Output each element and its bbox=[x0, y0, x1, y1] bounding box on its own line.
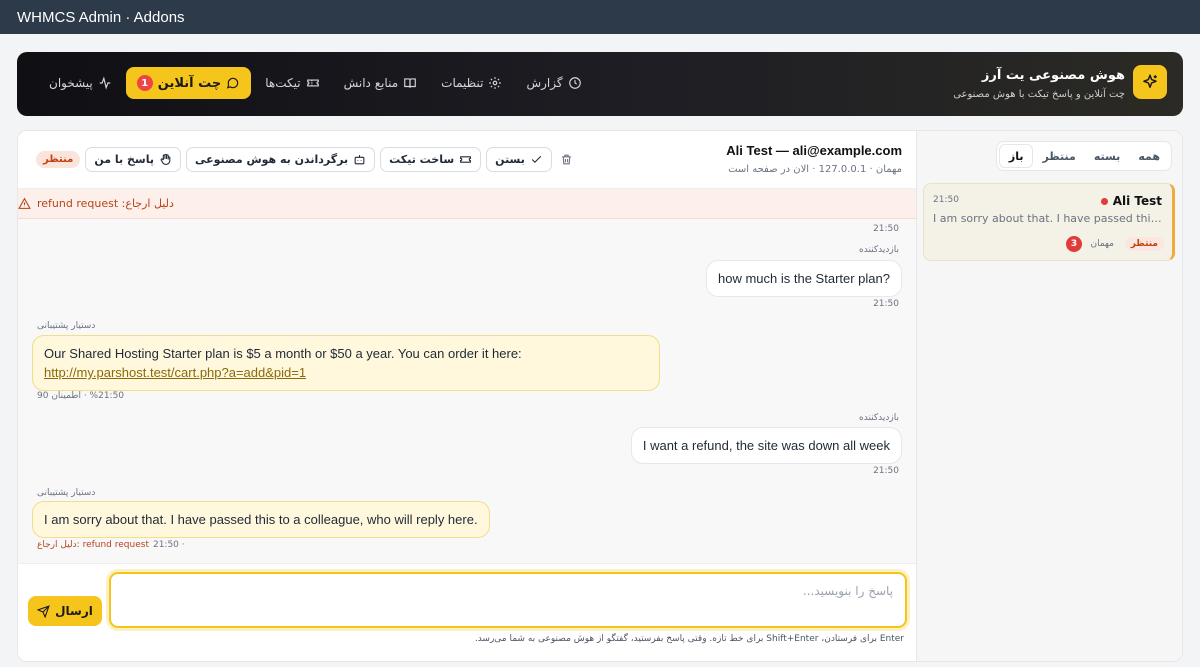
clock-icon bbox=[568, 76, 582, 90]
page-canvas: هوش مصنوعی یت آرز چت آنلاین و پاسخ تیکت … bbox=[0, 34, 1200, 667]
hand-icon bbox=[159, 153, 172, 166]
warning-icon bbox=[18, 197, 31, 210]
button-label: برگرداندن به هوش مصنوعی bbox=[194, 152, 349, 166]
filter-closed[interactable]: بسته bbox=[1085, 144, 1130, 168]
nav-item-live-chat[interactable]: چت آنلاین 1 bbox=[125, 67, 252, 99]
status-filter-tabs: باز منتظر بسته همه bbox=[995, 141, 1172, 171]
ticket-icon bbox=[306, 76, 320, 90]
message-time: 21:50 · bbox=[152, 540, 185, 550]
window-title: WHMCS Admin · Addons bbox=[17, 8, 185, 26]
message-time: 21:50 bbox=[873, 466, 899, 476]
filter-all[interactable]: همه bbox=[1129, 144, 1169, 168]
nav-item-knowledge[interactable]: منابع دانش bbox=[334, 67, 428, 99]
message-list: 21:50 بازدیدکننده how much is the Starte… bbox=[18, 219, 916, 597]
main-nav: پیشخوان چت آنلاین 1 تیکت‌ها منابع دانش ت… bbox=[39, 67, 592, 99]
status-badge: منتظر bbox=[36, 150, 81, 168]
nav-item-label: گزارش bbox=[526, 76, 563, 90]
handoff-reason: دلیل ارجاع: refund request bbox=[37, 540, 149, 550]
visitor-name: Ali Test — ali@example.com bbox=[726, 143, 902, 158]
chat-header: Ali Test — ali@example.com مهمان · 127.0… bbox=[18, 131, 916, 189]
chat-area: Ali Test — ali@example.com مهمان · 127.0… bbox=[18, 131, 916, 661]
sparkle-icon bbox=[1133, 65, 1167, 99]
message-text: Our Shared Hosting Starter plan is $5 a … bbox=[44, 346, 522, 361]
message-time: 21:50 bbox=[873, 299, 899, 309]
sender-label: دستیار پشتیبانی bbox=[37, 321, 96, 331]
send-button[interactable]: ارسال bbox=[28, 596, 102, 626]
composer-hint: Enter برای فرستادن، Shift+Enter برای خط … bbox=[474, 634, 904, 644]
app-header: هوش مصنوعی یت آرز چت آنلاین و پاسخ تیکت … bbox=[17, 52, 1183, 116]
trash-icon bbox=[560, 153, 573, 166]
visitor-message: how much is the Starter plan? bbox=[706, 260, 902, 297]
visitor-message: I want a refund, the site was down all w… bbox=[630, 427, 902, 464]
nav-item-reports[interactable]: گزارش bbox=[516, 67, 591, 99]
nav-item-label: تنظیمات bbox=[441, 76, 484, 90]
chat-bubble-icon bbox=[226, 76, 240, 90]
conversation-time: 21:50 bbox=[933, 195, 959, 205]
alert-text: دلیل ارجاع: refund request bbox=[37, 197, 174, 210]
conversation-preview: I am sorry about that. I have passed thi… bbox=[933, 212, 1165, 225]
reply-placeholder: پاسخ را بنویسید... bbox=[802, 584, 893, 598]
bot-icon bbox=[353, 153, 366, 166]
reply-input[interactable]: پاسخ را بنویسید... bbox=[109, 572, 907, 628]
main-panel: باز منتظر بسته همه Ali Test 21:50 I am s… bbox=[17, 130, 1183, 662]
ticket-icon bbox=[459, 153, 472, 166]
sender-label: دستیار پشتیبانی bbox=[37, 488, 96, 498]
online-dot-icon bbox=[1100, 197, 1108, 205]
delete-button[interactable] bbox=[557, 147, 577, 172]
conversation-item[interactable]: Ali Test 21:50 I am sorry about that. I … bbox=[923, 183, 1175, 261]
nav-item-label: چت آنلاین bbox=[157, 75, 222, 91]
window-title-bar: WHMCS Admin · Addons bbox=[0, 0, 1200, 34]
filter-waiting[interactable]: منتظر bbox=[1033, 144, 1084, 168]
button-label: بستن bbox=[495, 152, 525, 166]
sender-label: بازدیدکننده bbox=[859, 245, 899, 255]
nav-item-label: تیکت‌ها bbox=[265, 76, 301, 90]
status-badge: منتظر bbox=[1124, 237, 1164, 251]
conversation-name: Ali Test bbox=[1100, 194, 1162, 208]
nav-item-dashboard[interactable]: پیشخوان bbox=[39, 67, 122, 99]
message-time: 21:50 bbox=[873, 224, 899, 234]
nav-item-label: منابع دانش bbox=[343, 76, 399, 90]
reply-composer: پاسخ را بنویسید... ارسال Enter برای فرست… bbox=[18, 563, 916, 661]
chat-actions: منتظر پاسخ با من برگرداندن به هوش مصنوعی… bbox=[36, 146, 577, 172]
unread-badge: 1 bbox=[136, 75, 153, 91]
create-ticket-button[interactable]: ساخت تیکت bbox=[380, 146, 482, 172]
button-label: پاسخ با من bbox=[94, 152, 154, 166]
button-label: ساخت تیکت bbox=[389, 152, 455, 166]
return-to-ai-button[interactable]: برگرداندن به هوش مصنوعی bbox=[185, 146, 376, 172]
gear-icon bbox=[488, 76, 502, 90]
sender-label: بازدیدکننده bbox=[859, 413, 899, 423]
brand-subtitle: چت آنلاین و پاسخ تیکت با هوش مصنوعی bbox=[953, 89, 1125, 100]
nav-item-label: پیشخوان bbox=[49, 76, 93, 90]
visitor-type: مهمان bbox=[1090, 239, 1114, 249]
activity-icon bbox=[98, 76, 112, 90]
filter-open[interactable]: باز bbox=[998, 144, 1034, 168]
message-meta: %21:50 · اطمینان 90 bbox=[37, 391, 125, 401]
nav-item-settings[interactable]: تنظیمات bbox=[431, 67, 512, 99]
reply-myself-button[interactable]: پاسخ با من bbox=[85, 146, 181, 172]
conversation-name-text: Ali Test bbox=[1112, 194, 1162, 208]
book-icon bbox=[403, 76, 417, 90]
order-link[interactable]: http://my.parshost.test/cart.php?a=add&p… bbox=[44, 365, 306, 380]
conversation-sidebar: باز منتظر بسته همه Ali Test 21:50 I am s… bbox=[916, 131, 1182, 661]
message-meta: دلیل ارجاع: refund request 21:50 · bbox=[37, 540, 185, 550]
visitor-meta: مهمان · 127.0.0.1 · الان در صفحه است bbox=[728, 164, 902, 175]
ai-message: I am sorry about that. I have passed thi… bbox=[32, 501, 490, 538]
message-count-badge: 3 bbox=[1066, 236, 1082, 252]
ai-message: Our Shared Hosting Starter plan is $5 a … bbox=[32, 335, 660, 391]
handoff-alert: دلیل ارجاع: refund request bbox=[18, 189, 916, 219]
send-label: ارسال bbox=[55, 604, 93, 618]
close-chat-button[interactable]: بستن bbox=[486, 146, 552, 172]
nav-item-tickets[interactable]: تیکت‌ها bbox=[255, 67, 329, 99]
check-icon bbox=[530, 153, 543, 166]
send-icon bbox=[37, 604, 50, 618]
brand-title: هوش مصنوعی یت آرز bbox=[981, 68, 1125, 83]
